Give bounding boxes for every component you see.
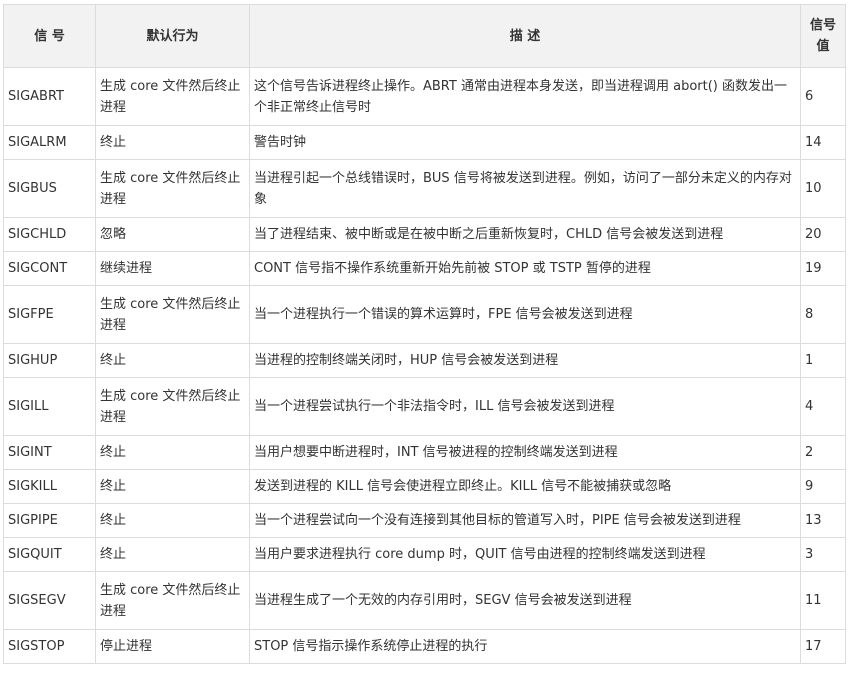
table-row: SIGCONT 继续进程 CONT 信号指不操作系统重新开始先前被 STOP 或… <box>3 251 846 286</box>
table-row: SIGILL 生成 core 文件然后终止进程 当一个进程尝试执行一个非法指令时… <box>3 377 846 436</box>
header-row: 信 号 默认行为 描 述 信号 值 <box>3 4 846 68</box>
table-row: SIGABRT 生成 core 文件然后终止进程 这个信号告诉进程终止操作。AB… <box>3 67 846 126</box>
table-row: SIGFPE 生成 core 文件然后终止进程 当一个进程执行一个错误的算术运算… <box>3 285 846 344</box>
cell-description: 当进程生成了一个无效的内存引用时，SEGV 信号会被发送到进程 <box>249 571 801 630</box>
cell-default-action: 忽略 <box>95 217 250 252</box>
cell-description: 这个信号告诉进程终止操作。ABRT 通常由进程本身发送，即当进程调用 abort… <box>249 67 801 126</box>
cell-signal-value: 9 <box>800 469 846 504</box>
cell-description: 当进程的控制终端关闭时，HUP 信号会被发送到进程 <box>249 343 801 378</box>
cell-description: 警告时钟 <box>249 125 801 160</box>
cell-default-action: 终止 <box>95 125 250 160</box>
cell-signal-name: SIGALRM <box>3 125 96 160</box>
cell-signal-name: SIGHUP <box>3 343 96 378</box>
cell-signal-name: SIGSEGV <box>3 571 96 630</box>
cell-signal-value: 2 <box>800 435 846 470</box>
cell-description: 当了进程结束、被中断或是在被中断之后重新恢复时，CHLD 信号会被发送到进程 <box>249 217 801 252</box>
cell-signal-value: 4 <box>800 377 846 436</box>
header-description: 描 述 <box>249 4 801 68</box>
cell-description: 发送到进程的 KILL 信号会使进程立即终止。KILL 信号不能被捕获或忽略 <box>249 469 801 504</box>
cell-signal-value: 17 <box>800 629 846 664</box>
header-signal-value-line2: 值 <box>816 39 830 54</box>
cell-signal-name: SIGINT <box>3 435 96 470</box>
cell-description: 当进程引起一个总线错误时，BUS 信号将被发送到进程。例如，访问了一部分未定义的… <box>249 159 801 218</box>
cell-signal-name: SIGCHLD <box>3 217 96 252</box>
signals-table: 信 号 默认行为 描 述 信号 值 SIGABRT 生成 core 文件然后终止… <box>3 4 846 664</box>
cell-signal-value: 13 <box>800 503 846 538</box>
cell-signal-name: SIGCONT <box>3 251 96 286</box>
cell-default-action: 终止 <box>95 503 250 538</box>
table-row: SIGKILL 终止 发送到进程的 KILL 信号会使进程立即终止。KILL 信… <box>3 469 846 504</box>
table-header: 信 号 默认行为 描 述 信号 值 <box>3 4 846 68</box>
cell-default-action: 继续进程 <box>95 251 250 286</box>
cell-description: 当用户想要中断进程时，INT 信号被进程的控制终端发送到进程 <box>249 435 801 470</box>
cell-signal-value: 6 <box>800 67 846 126</box>
cell-description: 当用户要求进程执行 core dump 时，QUIT 信号由进程的控制终端发送到… <box>249 537 801 572</box>
table-body: SIGABRT 生成 core 文件然后终止进程 这个信号告诉进程终止操作。AB… <box>3 67 846 664</box>
cell-default-action: 终止 <box>95 343 250 378</box>
cell-default-action: 生成 core 文件然后终止进程 <box>95 571 250 630</box>
cell-description: CONT 信号指不操作系统重新开始先前被 STOP 或 TSTP 暂停的进程 <box>249 251 801 286</box>
cell-signal-value: 1 <box>800 343 846 378</box>
cell-signal-value: 20 <box>800 217 846 252</box>
cell-signal-value: 19 <box>800 251 846 286</box>
cell-default-action: 生成 core 文件然后终止进程 <box>95 159 250 218</box>
cell-description: 当一个进程尝试执行一个非法指令时，ILL 信号会被发送到进程 <box>249 377 801 436</box>
header-default-action: 默认行为 <box>95 4 250 68</box>
cell-signal-value: 3 <box>800 537 846 572</box>
cell-description: 当一个进程执行一个错误的算术运算时，FPE 信号会被发送到进程 <box>249 285 801 344</box>
cell-signal-name: SIGILL <box>3 377 96 436</box>
cell-signal-name: SIGSTOP <box>3 629 96 664</box>
cell-signal-name: SIGQUIT <box>3 537 96 572</box>
cell-description: STOP 信号指示操作系统停止进程的执行 <box>249 629 801 664</box>
cell-signal-name: SIGFPE <box>3 285 96 344</box>
cell-default-action: 生成 core 文件然后终止进程 <box>95 377 250 436</box>
cell-signal-value: 10 <box>800 159 846 218</box>
table-row: SIGALRM 终止 警告时钟 14 <box>3 125 846 160</box>
cell-signal-name: SIGBUS <box>3 159 96 218</box>
header-signal-name: 信 号 <box>3 4 96 68</box>
cell-default-action: 生成 core 文件然后终止进程 <box>95 67 250 126</box>
cell-signal-name: SIGKILL <box>3 469 96 504</box>
table-row: SIGQUIT 终止 当用户要求进程执行 core dump 时，QUIT 信号… <box>3 537 846 572</box>
table-row: SIGSEGV 生成 core 文件然后终止进程 当进程生成了一个无效的内存引用… <box>3 571 846 630</box>
cell-default-action: 终止 <box>95 435 250 470</box>
cell-signal-value: 14 <box>800 125 846 160</box>
cell-default-action: 终止 <box>95 469 250 504</box>
cell-signal-value: 8 <box>800 285 846 344</box>
cell-signal-value: 11 <box>800 571 846 630</box>
table-row: SIGCHLD 忽略 当了进程结束、被中断或是在被中断之后重新恢复时，CHLD … <box>3 217 846 252</box>
cell-default-action: 终止 <box>95 537 250 572</box>
table-row: SIGSTOP 停止进程 STOP 信号指示操作系统停止进程的执行 17 <box>3 629 846 664</box>
header-signal-value: 信号 值 <box>800 4 846 68</box>
cell-signal-name: SIGPIPE <box>3 503 96 538</box>
cell-description: 当一个进程尝试向一个没有连接到其他目标的管道写入时，PIPE 信号会被发送到进程 <box>249 503 801 538</box>
cell-default-action: 停止进程 <box>95 629 250 664</box>
header-signal-value-line1: 信号 <box>809 18 836 33</box>
table-row: SIGPIPE 终止 当一个进程尝试向一个没有连接到其他目标的管道写入时，PIP… <box>3 503 846 538</box>
table-row: SIGHUP 终止 当进程的控制终端关闭时，HUP 信号会被发送到进程 1 <box>3 343 846 378</box>
cell-signal-name: SIGABRT <box>3 67 96 126</box>
cell-default-action: 生成 core 文件然后终止进程 <box>95 285 250 344</box>
table-row: SIGBUS 生成 core 文件然后终止进程 当进程引起一个总线错误时，BUS… <box>3 159 846 218</box>
table-row: SIGINT 终止 当用户想要中断进程时，INT 信号被进程的控制终端发送到进程… <box>3 435 846 470</box>
